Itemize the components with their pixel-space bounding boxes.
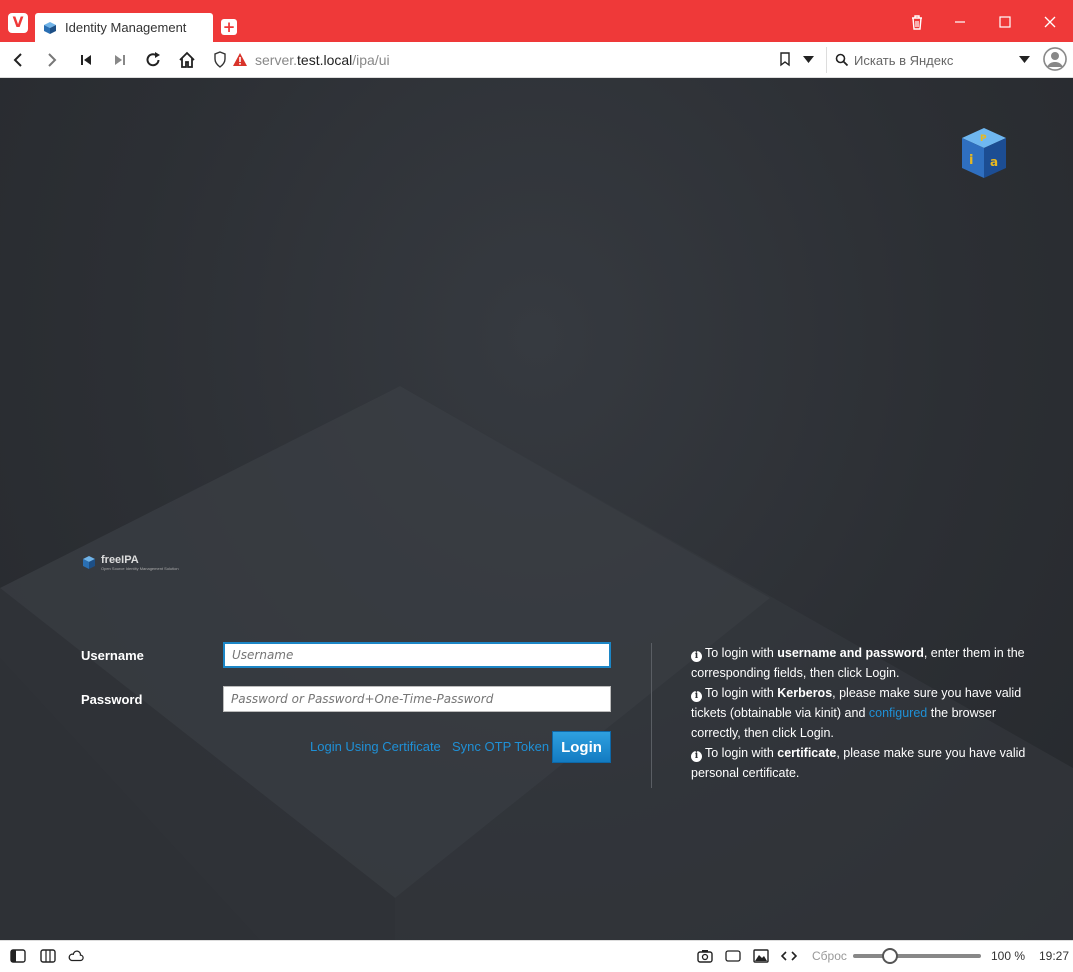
freeipa-brand: freeIPA Open Source Identity Management … (82, 554, 179, 571)
camera-icon[interactable] (697, 949, 713, 963)
svg-text:i: i (969, 153, 973, 168)
new-tab-button[interactable]: + (221, 19, 237, 35)
url-path: /ipa/ui (352, 52, 390, 68)
tab-tiling-icon[interactable] (40, 949, 56, 963)
chevron-left-icon (13, 53, 22, 67)
search-icon (835, 53, 849, 67)
back-button[interactable] (7, 49, 29, 71)
zoom-slider[interactable] (853, 948, 981, 964)
title-bar: V Identity Management + (0, 0, 1073, 42)
home-button[interactable] (176, 49, 198, 71)
cloud-sync-icon[interactable] (68, 949, 84, 963)
tab-title: Identity Management (65, 20, 187, 35)
ipa-cube-logo: P i a (962, 128, 1006, 178)
username-label: Username (81, 648, 144, 663)
zoom-reset-label[interactable]: Сброс (812, 949, 847, 963)
url-field[interactable]: server.test.local/ipa/ui (207, 47, 821, 73)
zoom-level: 100 % (991, 949, 1026, 963)
forward-button[interactable] (41, 49, 63, 71)
url-domain: test.local (297, 52, 353, 68)
trash-icon[interactable] (902, 8, 932, 36)
tab-identity-management[interactable]: Identity Management (35, 13, 213, 42)
brand-name: freeIPA (101, 554, 139, 566)
window-icon[interactable] (725, 949, 741, 963)
login-certificate-link[interactable]: Login Using Certificate (310, 739, 441, 754)
clock: 19:27 (1039, 949, 1070, 963)
fast-forward-icon (115, 55, 125, 65)
configured-link[interactable]: configured (869, 706, 927, 720)
zoom-slider-thumb[interactable] (881, 948, 898, 964)
rewind-icon (81, 55, 91, 65)
panel-toggle-icon[interactable] (10, 949, 26, 963)
search-placeholder: Искать в Яндекс (854, 53, 954, 68)
info-icon: i (691, 651, 702, 662)
user-icon (1043, 47, 1067, 71)
reload-button[interactable] (142, 49, 164, 71)
help-password: i To login with username and password, en… (691, 646, 1025, 680)
info-icon: i (691, 751, 702, 762)
bookmark-icon[interactable] (779, 52, 791, 67)
address-bar: server.test.local/ipa/ui Искать в Яндекс (0, 42, 1073, 78)
brand-tagline: Open Source Identity Management Solution (101, 566, 179, 571)
password-label: Password (81, 692, 143, 707)
svg-text:a: a (990, 155, 998, 169)
url-text[interactable]: server.test.local/ipa/ui (255, 52, 390, 68)
search-field[interactable]: Искать в Яндекс (826, 47, 1036, 73)
close-button[interactable] (1035, 8, 1065, 36)
shield-icon[interactable] (213, 51, 227, 68)
svg-text:P: P (980, 134, 987, 144)
vivaldi-menu-icon[interactable]: V (8, 13, 28, 33)
home-icon (179, 51, 195, 68)
background-cube-decoration (0, 386, 1073, 940)
divider (651, 643, 652, 788)
sync-otp-link[interactable]: Sync OTP Token (452, 739, 549, 754)
image-icon[interactable] (753, 949, 769, 963)
password-input[interactable] (223, 686, 611, 712)
status-bar: Сброс 100 % 19:27 (0, 940, 1073, 972)
info-icon: i (691, 691, 702, 702)
freeipa-favicon-icon (44, 21, 56, 34)
chevron-right-icon (48, 53, 57, 67)
username-input[interactable] (223, 642, 611, 668)
url-prefix: server. (255, 52, 298, 68)
login-button[interactable]: Login (552, 731, 611, 763)
warning-icon[interactable] (232, 52, 248, 67)
code-icon[interactable] (781, 949, 797, 963)
login-help: i To login with username and password, en… (691, 643, 1041, 783)
minimize-button[interactable] (945, 8, 975, 36)
login-page: P i a freeIPA Open Source Identity Manag… (0, 78, 1073, 940)
reload-icon (146, 52, 160, 67)
help-certificate: i To login with certificate, please make … (691, 746, 1026, 780)
rewind-button[interactable] (75, 49, 97, 71)
help-kerberos: i To login with Kerberos, please make sur… (691, 686, 1022, 740)
search-engine-dropdown-icon[interactable] (1019, 56, 1030, 64)
maximize-button[interactable] (990, 8, 1020, 36)
profile-avatar[interactable] (1043, 47, 1067, 71)
freeipa-logo-icon (83, 555, 95, 569)
chevron-down-icon[interactable] (803, 56, 814, 64)
fast-forward-button[interactable] (109, 49, 131, 71)
